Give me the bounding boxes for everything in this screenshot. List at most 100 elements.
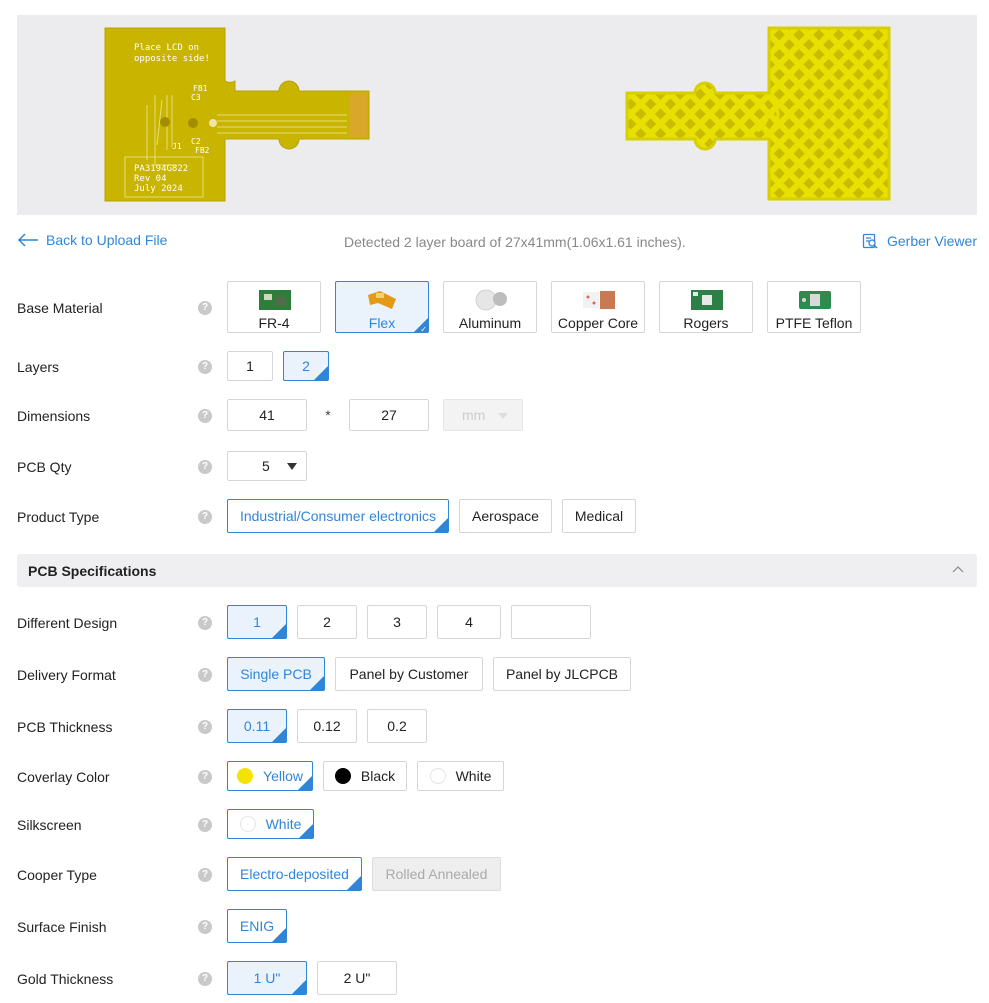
front-silk-fb2: FB2: [195, 146, 210, 155]
front-silk-text-1: Place LCD on: [134, 43, 199, 53]
section-title: PCB Specifications: [28, 563, 157, 579]
arrow-left-icon: [17, 233, 38, 247]
help-icon[interactable]: ?: [198, 920, 212, 934]
design-option-custom-input[interactable]: [511, 605, 591, 639]
help-icon[interactable]: ?: [198, 770, 212, 784]
row-base-material: Base Material ? FR-4 Flex Aluminum Coppe…: [17, 281, 977, 334]
coverlay-option-label: White: [455, 768, 492, 784]
dimensions-label: Dimensions: [17, 408, 91, 424]
gerber-viewer-label: Gerber Viewer: [886, 233, 977, 249]
coverlay-option-yellow[interactable]: Yellow: [227, 761, 313, 792]
material-option-fr4[interactable]: FR-4: [227, 281, 321, 333]
flex-board-icon: [368, 291, 396, 309]
coverlay-option-label: Yellow: [263, 768, 303, 784]
yellow-swatch-icon: [237, 767, 254, 784]
material-option-flex[interactable]: Flex: [335, 281, 429, 334]
thickness-option-0-12[interactable]: 0.12: [297, 709, 357, 743]
coverlay-option-white[interactable]: White: [417, 761, 504, 791]
design-option-1[interactable]: 1: [227, 605, 287, 640]
design-option-4[interactable]: 4: [437, 605, 501, 639]
gerber-viewer-icon: [862, 233, 878, 249]
chevron-down-icon: [498, 413, 508, 419]
material-label: FR-4: [258, 315, 290, 331]
thickness-option-0-2[interactable]: 0.2: [367, 709, 427, 743]
layers-option-1[interactable]: 1: [227, 351, 273, 381]
layers-label: Layers: [17, 359, 60, 375]
help-icon[interactable]: ?: [198, 301, 212, 315]
material-label: Copper Core: [557, 315, 639, 331]
help-icon[interactable]: ?: [198, 510, 212, 524]
gold-thickness-1u[interactable]: 1 U": [227, 961, 307, 996]
help-icon[interactable]: ?: [198, 360, 212, 374]
cooper-type-label: Cooper Type: [17, 867, 97, 883]
chevron-up-icon[interactable]: [951, 563, 965, 577]
delivery-format-label: Delivery Format: [17, 667, 116, 683]
base-material-label: Base Material: [17, 300, 103, 316]
unit-value: mm: [462, 407, 486, 423]
help-icon[interactable]: ?: [198, 616, 212, 630]
material-option-ptfe-teflon[interactable]: PTFE Teflon: [767, 281, 861, 333]
front-silk-text-2: opposite side!: [134, 54, 210, 64]
layers-option-2[interactable]: 2: [283, 351, 329, 382]
help-icon[interactable]: ?: [198, 668, 212, 682]
pcb-specifications-header[interactable]: PCB Specifications: [17, 554, 977, 587]
info-bar: Back to Upload File Detected 2 layer boa…: [17, 228, 977, 254]
surface-finish-label: Surface Finish: [17, 919, 107, 935]
white-swatch-icon: [429, 767, 446, 784]
dimension-separator: *: [325, 407, 331, 423]
delivery-single-pcb[interactable]: Single PCB: [227, 657, 325, 692]
row-cooper-type: Cooper Type ? Electro-deposited Rolled A…: [17, 857, 977, 892]
product-type-medical[interactable]: Medical: [562, 499, 636, 533]
help-icon[interactable]: ?: [198, 720, 212, 734]
silkscreen-label: Silkscreen: [17, 817, 82, 833]
delivery-panel-by-jlcpcb[interactable]: Panel by JLCPCB: [493, 657, 631, 691]
row-pcb-thickness: PCB Thickness ? 0.11 0.12 0.2: [17, 709, 977, 744]
help-icon[interactable]: ?: [198, 972, 212, 986]
cooper-type-electro-deposited[interactable]: Electro-deposited: [227, 857, 362, 892]
row-delivery-format: Delivery Format ? Single PCB Panel by Cu…: [17, 657, 977, 692]
help-icon[interactable]: ?: [198, 818, 212, 832]
front-board: Place LCD on opposite side! FB1 C3 C2 FB…: [104, 27, 370, 202]
row-pcb-qty: PCB Qty ? 5: [17, 451, 977, 481]
help-icon[interactable]: ?: [198, 460, 212, 474]
dimension-width-input[interactable]: 27: [349, 399, 429, 431]
pcb-preview: Place LCD on opposite side! FB1 C3 C2 FB…: [17, 15, 977, 215]
gerber-viewer-link[interactable]: Gerber Viewer: [862, 233, 977, 249]
material-label: Rogers: [683, 315, 729, 331]
dimension-length-input[interactable]: 41: [227, 399, 307, 431]
pcb-qty-label: PCB Qty: [17, 459, 72, 475]
row-product-type: Product Type ? Industrial/Consumer elect…: [17, 499, 977, 534]
dimension-unit-select[interactable]: mm: [443, 399, 523, 431]
silkscreen-option-white[interactable]: White: [227, 809, 314, 840]
back-to-upload-link[interactable]: Back to Upload File: [17, 232, 167, 248]
material-option-aluminum[interactable]: Aluminum: [443, 281, 537, 333]
surface-finish-enig[interactable]: ENIG: [227, 909, 287, 944]
caret-down-icon: [287, 463, 297, 470]
design-option-2[interactable]: 2: [297, 605, 357, 639]
gold-thickness-2u[interactable]: 2 U": [317, 961, 397, 995]
coverlay-option-black[interactable]: Black: [323, 761, 407, 791]
row-silkscreen: Silkscreen ? White: [17, 809, 977, 840]
thickness-option-0-11[interactable]: 0.11: [227, 709, 287, 744]
pcb-qty-select[interactable]: 5: [227, 451, 307, 481]
help-icon[interactable]: ?: [198, 409, 212, 423]
pcb-preview-image: Place LCD on opposite side! FB1 C3 C2 FB…: [104, 26, 891, 202]
copper-core-board-icon: [583, 291, 615, 309]
aluminum-board-icon: [475, 289, 507, 311]
front-silk-block-2: Rev 04: [134, 174, 167, 184]
white-swatch-icon: [239, 815, 256, 832]
different-design-label: Different Design: [17, 615, 118, 631]
coverlay-color-label: Coverlay Color: [17, 769, 110, 785]
delivery-panel-by-customer[interactable]: Panel by Customer: [335, 657, 483, 691]
ptfe-teflon-board-icon: [799, 291, 831, 309]
design-option-3[interactable]: 3: [367, 605, 427, 639]
front-silk-block-1: PA3194G822: [134, 164, 188, 174]
product-type-industrial[interactable]: Industrial/Consumer electronics: [227, 499, 449, 534]
detected-info: Detected 2 layer board of 27x41mm(1.06x1…: [344, 234, 686, 250]
material-option-copper-core[interactable]: Copper Core: [551, 281, 645, 333]
help-icon[interactable]: ?: [198, 868, 212, 882]
gold-thickness-label: Gold Thickness: [17, 971, 114, 987]
product-type-aerospace[interactable]: Aerospace: [459, 499, 552, 533]
material-option-rogers[interactable]: Rogers: [659, 281, 753, 333]
material-label: Aluminum: [458, 315, 522, 331]
